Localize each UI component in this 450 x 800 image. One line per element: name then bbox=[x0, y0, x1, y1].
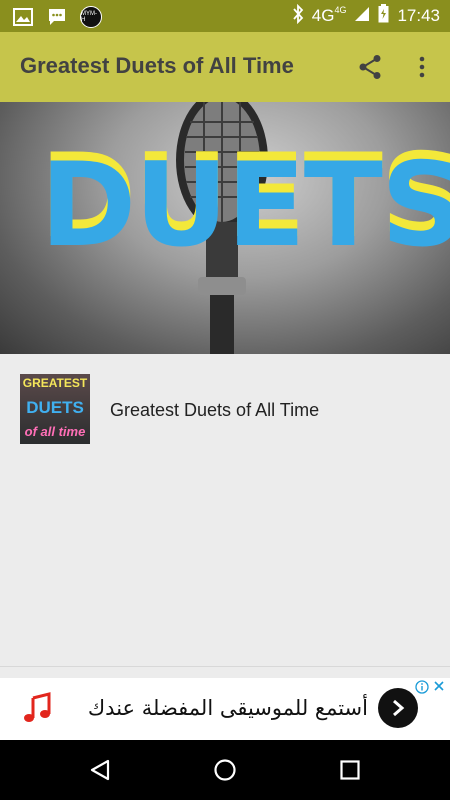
system-icons: 4G 4G 17:43 bbox=[292, 0, 440, 32]
list-item-title: Greatest Duets of All Time bbox=[110, 400, 320, 420]
app-bar: Greatest Duets of All Time bbox=[0, 32, 450, 102]
share-button[interactable] bbox=[355, 52, 385, 82]
image-icon bbox=[12, 7, 34, 27]
home-icon[interactable] bbox=[213, 758, 237, 782]
app-notification-icon: MYM-H bbox=[80, 6, 102, 28]
music-note-icon bbox=[24, 692, 51, 722]
overflow-menu-button[interactable] bbox=[408, 52, 436, 82]
clock: 17:43 bbox=[397, 6, 440, 25]
banner-title: DUETS bbox=[40, 138, 450, 273]
chevron-right-icon bbox=[393, 699, 405, 717]
status-bar: MYM-H 4G 4G 17:43 bbox=[0, 0, 450, 32]
ad-text: أستمع للموسيقى المفضلة عندك bbox=[87, 696, 368, 720]
close-icon[interactable] bbox=[432, 679, 446, 693]
navigation-bar bbox=[0, 740, 450, 800]
chat-icon bbox=[46, 7, 68, 27]
divider bbox=[0, 666, 450, 667]
back-icon[interactable] bbox=[88, 758, 112, 782]
ad-banner[interactable]: أستمع للموسيقى المفضلة عندك bbox=[0, 678, 450, 740]
album-thumbnail: GREATEST DUETS of all time bbox=[20, 374, 90, 444]
battery-icon bbox=[378, 4, 389, 28]
header-banner-image: DUETS bbox=[0, 102, 450, 354]
share-icon bbox=[359, 55, 381, 79]
bluetooth-icon bbox=[292, 3, 304, 29]
info-icon[interactable] bbox=[415, 680, 429, 694]
page-title: Greatest Duets of All Time bbox=[20, 53, 294, 78]
signal-icon bbox=[354, 6, 370, 27]
more-vert-icon bbox=[419, 56, 425, 78]
network-type: 4G 4G bbox=[311, 5, 347, 25]
ad-open-button[interactable] bbox=[378, 688, 418, 728]
recent-apps-icon[interactable] bbox=[338, 758, 362, 782]
notification-icons: MYM-H bbox=[12, 6, 102, 28]
list-item[interactable]: GREATEST DUETS of all time Greatest Duet… bbox=[0, 354, 450, 464]
